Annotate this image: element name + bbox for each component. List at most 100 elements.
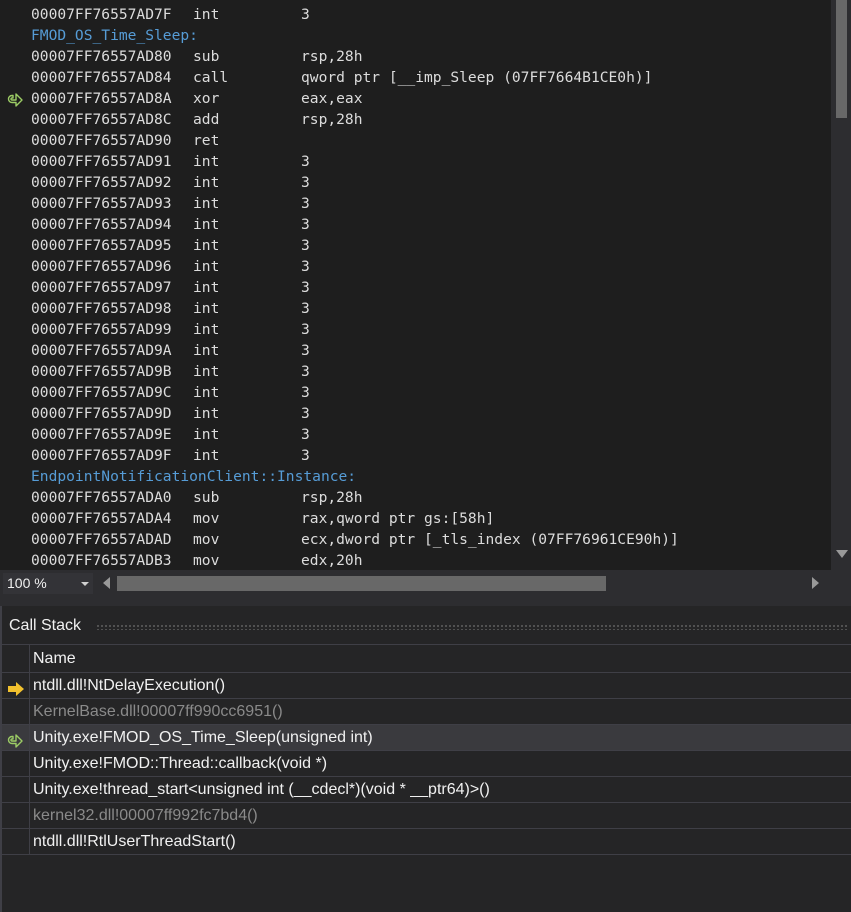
disassembly-line[interactable]: 00007FF76557AD99 int 3 xyxy=(31,319,829,340)
disassembly-line[interactable]: 00007FF76557AD96 int 3 xyxy=(31,256,829,277)
zoom-dropdown[interactable]: 100 % xyxy=(3,573,93,594)
pane-splitter[interactable] xyxy=(0,597,851,606)
instruction-mnemonic: int xyxy=(193,321,220,338)
instruction-mnemonic: mov xyxy=(193,552,220,569)
instruction-mnemonic: int xyxy=(193,258,220,275)
disassembly-line[interactable]: 00007FF76557ADA4 mov rax,qword ptr gs:[58h… xyxy=(31,508,829,529)
instruction-mnemonic: mov xyxy=(193,531,220,548)
frame-name: ntdll.dll!NtDelayExecution() xyxy=(33,677,226,694)
instruction-address: 00007FF76557AD8C xyxy=(31,111,172,128)
vertical-scrollbar-thumb[interactable] xyxy=(836,0,847,118)
disassembly-line[interactable]: 00007FF76557AD8A xor eax,eax xyxy=(7,88,829,109)
instruction-operands: 3 xyxy=(301,279,310,296)
zoom-value: 100 % xyxy=(7,575,47,591)
frame-indicator-cell xyxy=(2,673,30,698)
frame-indicator-cell xyxy=(2,725,30,750)
panel-drag-grip[interactable] xyxy=(96,624,847,630)
call-stack-frame[interactable]: ntdll.dll!NtDelayExecution() xyxy=(2,673,851,699)
disassembly-line[interactable]: 00007FF76557AD93 int 3 xyxy=(31,193,829,214)
disassembly-line[interactable]: 00007FF76557ADB3 mov edx,20h xyxy=(31,550,829,570)
current-frame-arrow-icon xyxy=(8,682,24,696)
disassembly-line[interactable]: 00007FF76557AD84 call qword ptr [__imp_Sle… xyxy=(31,67,829,88)
disassembly-view[interactable]: 00007FF76557AD7F int 3 FMOD_OS_Time_Sleep: 0… xyxy=(0,0,851,570)
instruction-address: 00007FF76557ADAD xyxy=(31,531,172,548)
disassembly-line[interactable]: 00007FF76557AD95 int 3 xyxy=(31,235,829,256)
instruction-address: 00007FF76557AD90 xyxy=(31,132,172,149)
disassembly-line[interactable]: 00007FF76557AD8C add rsp,28h xyxy=(31,109,829,130)
frame-indicator xyxy=(7,731,25,748)
disassembly-line[interactable]: 00007FF76557AD97 int 3 xyxy=(31,277,829,298)
frame-name: Unity.exe!thread_start<unsigned int (__c… xyxy=(33,781,490,798)
scroll-down-arrow-icon[interactable] xyxy=(836,550,848,558)
disassembly-line[interactable]: 00007FF76557AD9A int 3 xyxy=(31,340,829,361)
chevron-down-icon[interactable] xyxy=(81,582,89,586)
call-stack-frame[interactable]: Unity.exe!thread_start<unsigned int (__c… xyxy=(2,777,851,803)
instruction-address: 00007FF76557AD84 xyxy=(31,69,172,86)
disassembly-line[interactable]: 00007FF76557AD9D int 3 xyxy=(31,403,829,424)
instruction-mnemonic: xor xyxy=(193,90,220,107)
instruction-operands: 3 xyxy=(301,237,310,254)
scroll-left-arrow-icon[interactable] xyxy=(103,577,110,589)
disassembly-label[interactable]: EndpointNotificationClient::Instance: xyxy=(31,466,829,487)
instruction-mnemonic: int xyxy=(193,174,220,191)
disassembly-line[interactable]: 00007FF76557ADA0 sub rsp,28h xyxy=(31,487,829,508)
instruction-mnemonic: int xyxy=(193,405,220,422)
frame-name: kernel32.dll!00007ff992fc7bd4() xyxy=(33,807,258,824)
instruction-operands: 3 xyxy=(301,300,310,317)
frame-indicator-cell xyxy=(2,829,30,854)
frame-name: KernelBase.dll!00007ff990cc6951() xyxy=(33,703,283,720)
call-stack-frame[interactable]: KernelBase.dll!00007ff990cc6951() xyxy=(2,699,851,725)
call-stack-panel: Call Stack Name ntdll.dll!NtDelayExecuti… xyxy=(0,606,851,912)
disassembly-line[interactable]: 00007FF76557AD9C int 3 xyxy=(31,382,829,403)
frame-indicator-cell xyxy=(2,699,30,724)
disassembly-line[interactable]: 00007FF76557AD80 sub rsp,28h xyxy=(31,46,829,67)
disassembly-line[interactable]: 00007FF76557AD94 int 3 xyxy=(31,214,829,235)
instruction-mnemonic: int xyxy=(193,237,220,254)
instruction-operands: 3 xyxy=(301,447,310,464)
instruction-operands: 3 xyxy=(301,426,310,443)
instruction-operands: rsp,28h xyxy=(301,111,363,128)
call-stack-frame[interactable]: Unity.exe!FMOD::Thread::callback(void *) xyxy=(2,751,851,777)
disassembly-line[interactable]: 00007FF76557AD9F int 3 xyxy=(31,445,829,466)
instruction-operands: qword ptr [__imp_Sleep (07FF7664B1CE0h)] xyxy=(301,69,653,86)
disassembly-line[interactable]: 00007FF76557AD98 int 3 xyxy=(31,298,829,319)
disassembly-line[interactable]: 00007FF76557AD7F int 3 xyxy=(31,4,829,25)
scroll-right-arrow-icon[interactable] xyxy=(812,577,819,589)
instruction-operands: 3 xyxy=(301,342,310,359)
instruction-mnemonic: int xyxy=(193,342,220,359)
frame-name: ntdll.dll!RtlUserThreadStart() xyxy=(33,833,236,850)
instruction-operands: rax,qword ptr gs:[58h] xyxy=(301,510,495,527)
vertical-scrollbar[interactable] xyxy=(831,0,851,570)
instruction-address: 00007FF76557AD9E xyxy=(31,426,172,443)
instruction-mnemonic: ret xyxy=(193,132,220,149)
indicator-margin[interactable] xyxy=(0,0,28,570)
instruction-address: 00007FF76557AD91 xyxy=(31,153,172,170)
instruction-operands: edx,20h xyxy=(301,552,363,569)
call-stack-frame[interactable]: Unity.exe!FMOD_OS_Time_Sleep(unsigned in… xyxy=(2,725,851,751)
line-marker xyxy=(7,92,23,107)
instruction-mnemonic: call xyxy=(193,69,229,86)
instruction-address: 00007FF76557AD95 xyxy=(31,237,172,254)
disassembly-line[interactable]: 00007FF76557AD92 int 3 xyxy=(31,172,829,193)
instruction-address: 00007FF76557ADA4 xyxy=(31,510,172,527)
instruction-address: 00007FF76557AD92 xyxy=(31,174,172,191)
disassembly-line[interactable]: 00007FF76557AD91 int 3 xyxy=(31,151,829,172)
disassembly-line[interactable]: 00007FF76557AD9B int 3 xyxy=(31,361,829,382)
instruction-address: 00007FF76557AD9C xyxy=(31,384,172,401)
disassembly-line[interactable]: 00007FF76557AD90 ret xyxy=(31,130,829,151)
instruction-mnemonic: sub xyxy=(193,489,220,506)
call-stack-frame[interactable]: kernel32.dll!00007ff992fc7bd4() xyxy=(2,803,851,829)
call-stack-frame[interactable]: ntdll.dll!RtlUserThreadStart() xyxy=(2,829,851,855)
horizontal-scrollbar-thumb[interactable] xyxy=(117,576,606,591)
indicator-column-header xyxy=(2,645,30,672)
instruction-operands: 3 xyxy=(301,321,310,338)
instruction-mnemonic: int xyxy=(193,363,220,380)
disassembly-label[interactable]: FMOD_OS_Time_Sleep: xyxy=(31,25,829,46)
disassembly-line[interactable]: 00007FF76557ADAD mov ecx,dword ptr [_tls_i… xyxy=(31,529,829,550)
instruction-operands: 3 xyxy=(301,405,310,422)
frame-indicator-cell xyxy=(2,803,30,828)
disassembly-line[interactable]: 00007FF76557AD9E int 3 xyxy=(31,424,829,445)
instruction-address: 00007FF76557AD99 xyxy=(31,321,172,338)
instruction-operands: rsp,28h xyxy=(301,489,363,506)
column-header-name[interactable]: Name xyxy=(33,645,76,672)
